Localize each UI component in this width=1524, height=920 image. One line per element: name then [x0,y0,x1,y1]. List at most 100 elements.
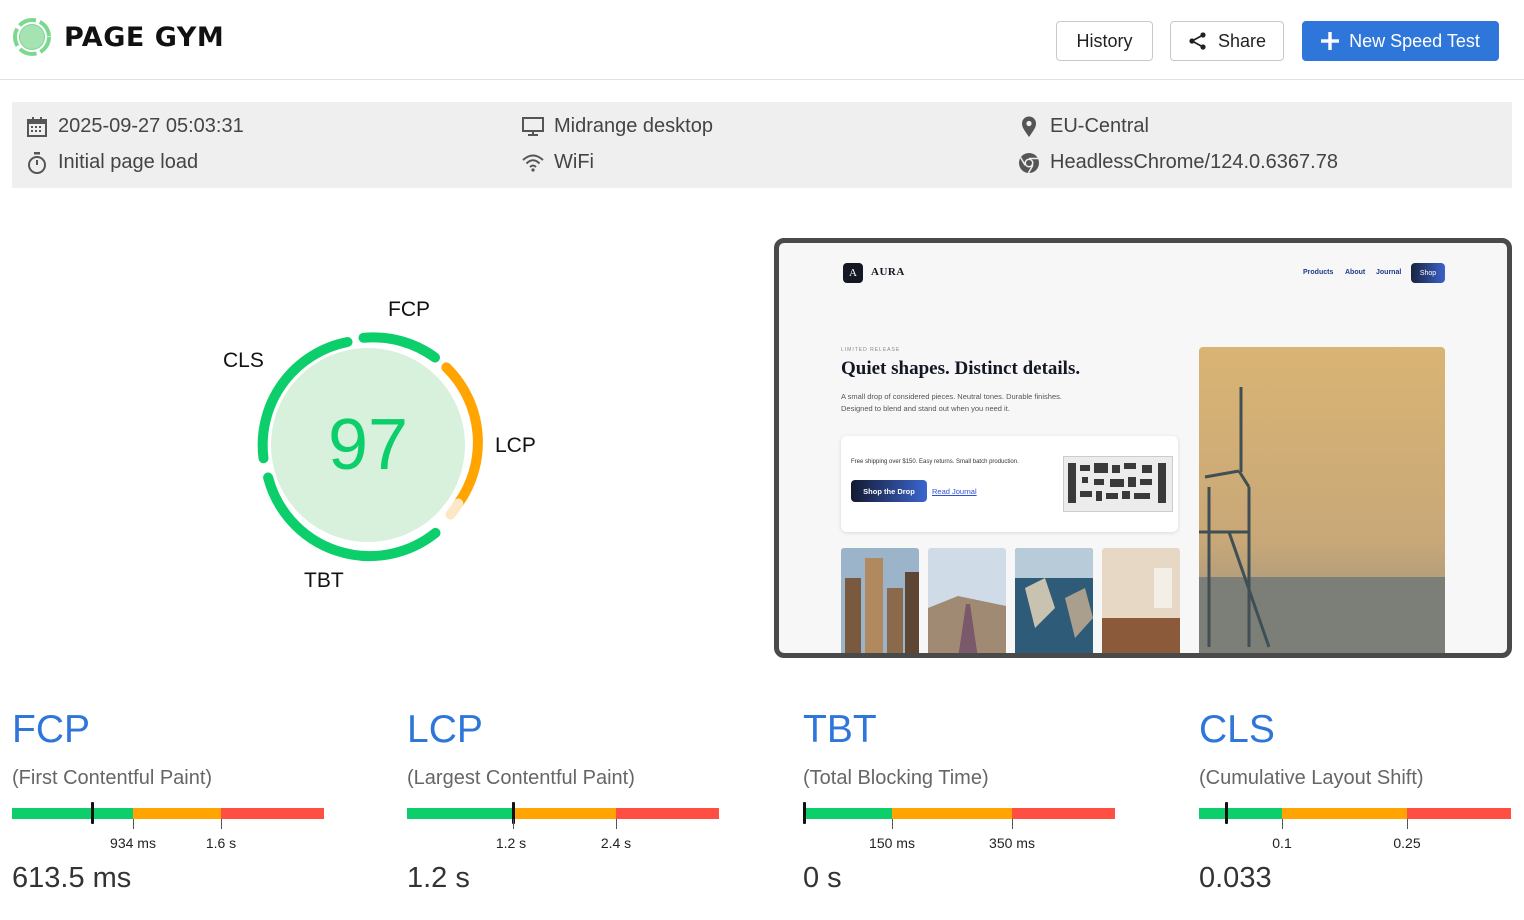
bar-bad-segment [1407,808,1511,819]
metric-full-name: (Cumulative Layout Shift) [1199,767,1424,789]
top-bar: PAGE GYM History Share New Speed Test [0,0,1524,80]
bar-good-segment [1199,808,1282,819]
calendar-icon [26,116,48,138]
plus-icon [1321,32,1340,50]
metric-tick [221,819,222,829]
preview-card-button: Shop the Drop [851,480,927,502]
metric-full-name: (First Contentful Paint) [12,767,213,789]
share-icon [1189,32,1206,50]
metric-tick-label: 934 ms [110,835,156,851]
test-datetime: 2025-09-27 05:03:31 [26,115,244,138]
wifi-icon [522,152,544,174]
share-button-label: Share [1217,30,1267,51]
bar-mid-segment [133,808,221,819]
test-location: EU-Central [1018,115,1149,138]
metric-threshold-bar [407,808,719,819]
preview-brand: AURA [871,266,905,278]
metric-tick [1407,819,1408,829]
test-network: WiFi [522,151,594,174]
share-button[interactable]: Share [1170,21,1284,61]
network-text: WiFi [554,151,594,173]
metric-tick-label: 150 ms [869,835,915,851]
bar-bad-segment [616,808,719,819]
preview-shop-button: Shop [1411,263,1445,283]
chrome-icon [1018,152,1040,174]
device-text: Midrange desktop [554,115,713,137]
metric-threshold-bar [12,808,324,819]
browser-text: HeadlessChrome/124.0.6367.78 [1050,151,1338,173]
logo-icon [13,18,51,56]
metric-value: 1.2 s [407,862,470,894]
bar-mid-segment [892,808,1012,819]
test-page-load: Initial page load [26,151,198,174]
preview-card-text: Free shipping over $150. Easy returns. S… [851,459,1019,465]
preview-nav-journal: Journal [1376,269,1402,276]
ring-segment-lcp-remainder [445,498,464,520]
metric-tick-label: 350 ms [989,835,1035,851]
preview-logo-mark: A [843,263,863,283]
bar-good-segment [407,808,513,819]
metric-tick [513,819,514,829]
metric-tick [133,819,134,829]
preview-hero-image [1199,347,1445,653]
metric-threshold-bar [803,808,1115,819]
new-speed-test-button[interactable]: New Speed Test [1302,21,1499,61]
metric-value: 0 s [803,862,842,894]
metric-value-marker [803,802,806,824]
metric-tick-label: 1.6 s [205,835,237,851]
preview-eyebrow: LIMITED RELEASE [841,347,901,353]
metric-abbr: FCP [12,708,90,751]
history-button-label: History [1076,30,1133,51]
preview-subtext: A small drop of considered pieces. Neutr… [841,392,1062,413]
metric-threshold-bar [1199,808,1511,819]
bar-mid-segment [513,808,616,819]
score-value: 97 [327,405,409,485]
stopwatch-icon [26,151,48,174]
datetime-text: 2025-09-27 05:03:31 [58,115,244,137]
metric-tick-label: 0.25 [1393,835,1421,851]
performance-score-gauge: 97 FCP LCP TBT CLS [200,290,540,592]
metric-tick-label: 0.1 [1272,835,1292,851]
bar-good-segment [803,808,892,819]
preview-thumb-coast [1015,548,1093,653]
metric-tick [1012,819,1013,829]
gauge-label-tbt: TBT [304,569,344,592]
preview-card-link: Read Journal [932,487,977,496]
metric-value: 613.5 ms [12,862,132,894]
metric-value-marker [91,802,94,824]
preview-thumb-city [841,548,919,653]
preview-card-image [1063,456,1173,512]
monitor-icon [522,116,544,138]
metric-abbr: LCP [407,708,483,751]
preview-thumb-railway [928,548,1006,653]
test-browser: HeadlessChrome/124.0.6367.78 [1018,151,1338,174]
page-load-text: Initial page load [58,151,199,173]
new-speed-test-label: New Speed Test [1349,30,1480,51]
gauge-label-fcp: FCP [388,298,430,321]
preview-headline: Quiet shapes. Distinct details. [841,358,1081,379]
metric-abbr: TBT [803,708,877,751]
preview-site: A AURA Products About Journal Shop LIMIT… [779,243,1507,653]
metric-tick-label: 2.4 s [600,835,632,851]
test-info-panel: 2025-09-27 05:03:31 Initial page load Mi… [12,102,1512,188]
history-button[interactable]: History [1056,21,1153,61]
logo[interactable]: PAGE GYM [12,17,224,57]
page-screenshot-preview[interactable]: A AURA Products About Journal Shop LIMIT… [774,238,1512,658]
preview-nav-products: Products [1303,269,1334,276]
location-text: EU-Central [1050,115,1149,137]
metric-value: 0.033 [1199,862,1272,894]
bar-bad-segment [1012,808,1115,819]
gauge-label-cls: CLS [223,349,264,372]
metric-tick-label: 1.2 s [495,835,527,851]
metric-abbr: CLS [1199,708,1275,751]
metric-tick [1282,819,1283,829]
bar-good-segment [12,808,133,819]
gauge-label-lcp: LCP [495,434,536,457]
metric-tick [616,819,617,829]
bar-bad-segment [221,808,324,819]
preview-promo-card: Free shipping over $150. Easy returns. S… [841,436,1178,532]
test-device: Midrange desktop [522,115,713,138]
metric-full-name: (Total Blocking Time) [803,767,989,789]
preview-nav-about: About [1345,269,1366,276]
metric-tick [892,819,893,829]
